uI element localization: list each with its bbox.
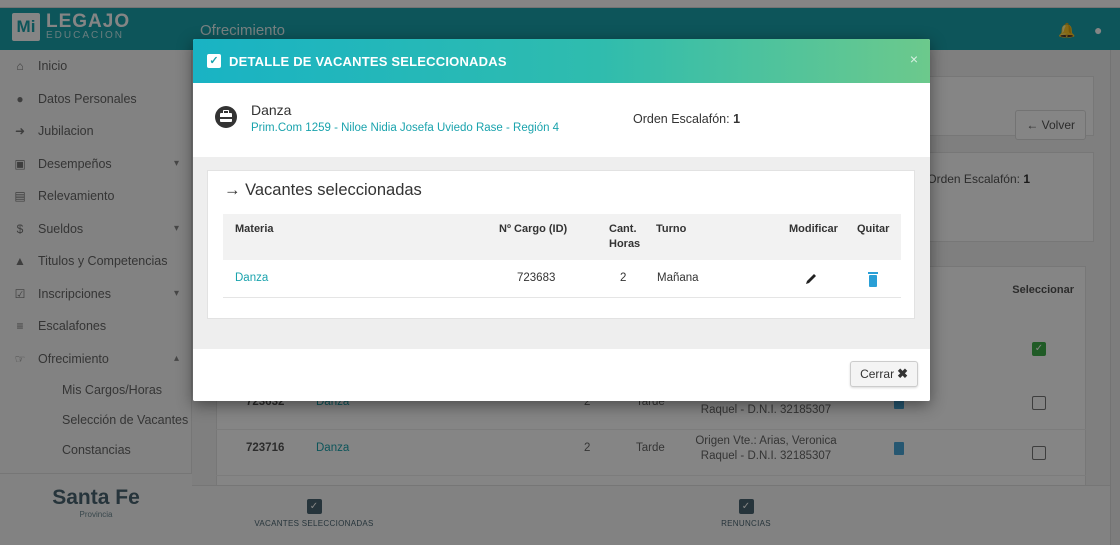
row-horas: 2 (620, 272, 627, 284)
close-icon: ✖ (897, 366, 908, 381)
modal-info: Danza Prim.Com 1259 - Niloe Nidia Josefa… (193, 83, 930, 157)
table-row: Danza 723683 2 Mañana (223, 260, 901, 298)
col-horas-2: Horas (609, 238, 641, 250)
modal-footer: Cerrar ✖ (193, 349, 930, 401)
col-cargo: Nº Cargo (ID) (499, 223, 568, 235)
vacantes-modal: ✓ DETALLE DE VACANTES SELECCIONADAS × Da… (193, 39, 930, 401)
col-quitar: Quitar (857, 223, 890, 235)
vacantes-card: → Vacantes seleccionadas Materia Nº Carg… (207, 170, 915, 319)
materia-name: Danza (251, 102, 292, 118)
col-modificar: Modificar (789, 223, 838, 235)
row-turno: Mañana (657, 272, 699, 284)
col-materia: Materia (235, 223, 274, 235)
trash-icon[interactable] (868, 272, 878, 287)
modal-title: DETALLE DE VACANTES SELECCIONADAS (229, 54, 507, 69)
col-turno: Turno (656, 223, 687, 235)
modal-body: → Vacantes seleccionadas Materia Nº Carg… (193, 157, 930, 349)
col-horas-1: Cant. (609, 223, 637, 235)
modal-header: ✓ DETALLE DE VACANTES SELECCIONADAS × (193, 39, 930, 83)
section-title: → Vacantes seleccionadas (224, 181, 422, 199)
row-cargo: 723683 (517, 272, 556, 284)
pencil-icon[interactable] (804, 272, 818, 286)
briefcase-icon (215, 106, 237, 128)
table-header: Materia Nº Cargo (ID) Cant. Horas Turno … (223, 214, 901, 260)
cerrar-button[interactable]: Cerrar ✖ (850, 361, 918, 387)
orden-escalafon: Orden Escalafón: 1 (633, 112, 741, 126)
checkbox-icon: ✓ (207, 54, 221, 68)
school-link[interactable]: Prim.Com 1259 - Niloe Nidia Josefa Uvied… (251, 122, 559, 134)
row-materia-link[interactable]: Danza (235, 272, 268, 284)
close-icon[interactable]: × (910, 51, 918, 67)
